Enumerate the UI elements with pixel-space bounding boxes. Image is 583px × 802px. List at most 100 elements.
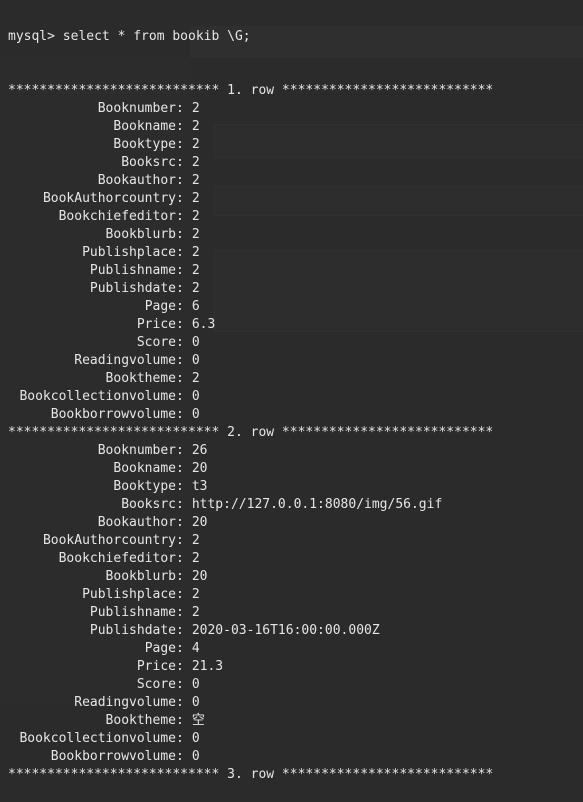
field-line: Score: 0 <box>8 676 583 694</box>
field-value: 2 <box>191 227 200 242</box>
field-name: Page <box>144 641 176 656</box>
field-value: 0 <box>191 353 200 368</box>
field-name: Booksrc <box>121 497 176 512</box>
field-line: Bookname: 20 <box>8 460 583 478</box>
field-line: Readingvolume: 0 <box>8 352 583 370</box>
field-line: Bookchiefeditor: 2 <box>8 208 583 226</box>
field-line: Booktype: 2 <box>8 136 583 154</box>
field-value: 2 <box>191 245 200 260</box>
prompt-line: mysql> select * from bookib \G; <box>8 29 251 44</box>
field-name: Score <box>136 677 176 692</box>
field-line: BookAuthorcountry: 2 <box>8 190 583 208</box>
field-value: 2 <box>191 533 200 548</box>
field-value: 2 <box>191 587 200 602</box>
field-line: Bookname: 2 <box>8 118 583 136</box>
field-colon: : <box>176 119 184 134</box>
field-line: Publishdate: 2 <box>8 280 583 298</box>
field-value: 20 <box>191 461 208 476</box>
field-name: Booktype <box>113 479 176 494</box>
field-line: Bookcollectionvolume: 0 <box>8 730 583 748</box>
field-colon: : <box>176 281 184 296</box>
field-colon: : <box>176 605 184 620</box>
field-line: Booktype: t3 <box>8 478 583 496</box>
field-name: Readingvolume <box>74 353 176 368</box>
field-value: 空 <box>191 713 205 728</box>
field-colon: : <box>176 101 184 116</box>
field-value: 0 <box>191 677 200 692</box>
field-colon: : <box>176 209 184 224</box>
field-value: 2 <box>191 173 200 188</box>
field-line: Bookborrowvolume: 0 <box>8 406 583 424</box>
field-name: Readingvolume <box>74 695 176 710</box>
field-value: 2 <box>191 119 200 134</box>
field-colon: : <box>176 317 184 332</box>
field-line: Publishplace: 2 <box>8 586 583 604</box>
field-line: Booksrc: http://127.0.0.1:8080/img/56.gi… <box>8 496 583 514</box>
field-name: Booktype <box>113 137 176 152</box>
field-name: Page <box>144 299 176 314</box>
field-value: 20 <box>191 569 208 584</box>
field-colon: : <box>176 623 184 638</box>
field-value: 2 <box>191 371 200 386</box>
field-name: Booknumber <box>97 443 176 458</box>
field-colon: : <box>176 641 184 656</box>
field-colon: : <box>176 389 184 404</box>
field-colon: : <box>176 713 184 728</box>
field-value: 0 <box>191 695 200 710</box>
field-line: Bookblurb: 2 <box>8 226 583 244</box>
field-name: Bookauthor <box>97 515 176 530</box>
field-colon: : <box>176 731 184 746</box>
field-line: Price: 21.3 <box>8 658 583 676</box>
field-line: Publishdate: 2020-03-16T16:00:00.000Z <box>8 622 583 640</box>
field-name: Publishplace <box>82 587 176 602</box>
field-value: 6.3 <box>191 317 216 332</box>
field-name: Booknumber <box>97 101 176 116</box>
field-line: Booknumber: 2 <box>8 100 583 118</box>
field-line: BookAuthorcountry: 2 <box>8 532 583 550</box>
field-name: Bookcollectionvolume <box>19 389 176 404</box>
field-line: Bookblurb: 20 <box>8 568 583 586</box>
field-value: t3 <box>191 479 208 494</box>
field-value: 2 <box>191 137 200 152</box>
field-colon: : <box>176 335 184 350</box>
field-colon: : <box>176 461 184 476</box>
field-name: Score <box>136 335 176 350</box>
field-colon: : <box>176 155 184 170</box>
field-line: Readingvolume: 0 <box>8 694 583 712</box>
field-name: Bookname <box>113 119 176 134</box>
field-line: Bookchiefeditor: 2 <box>8 550 583 568</box>
field-value: 2 <box>191 551 200 566</box>
row-separator: *************************** 3. row *****… <box>8 767 494 782</box>
field-value: 21.3 <box>191 659 224 674</box>
field-name: Bookborrowvolume <box>50 407 176 422</box>
field-name: BookAuthorcountry <box>42 533 176 548</box>
field-value: 2 <box>191 209 200 224</box>
field-value: 0 <box>191 335 200 350</box>
mysql-terminal-output[interactable]: mysql> select * from bookib \G; ********… <box>8 0 583 802</box>
field-name: Bookblurb <box>105 227 176 242</box>
field-colon: : <box>176 371 184 386</box>
field-colon: : <box>176 551 184 566</box>
field-line: Page: 4 <box>8 640 583 658</box>
field-line: Booksrc: 2 <box>8 154 583 172</box>
field-name: Price <box>136 317 176 332</box>
field-line: Booktheme: 2 <box>8 370 583 388</box>
field-value: http://127.0.0.1:8080/img/56.gif <box>191 497 443 512</box>
field-name: Bookblurb <box>105 569 176 584</box>
field-line: Booktheme: 空 <box>8 712 583 730</box>
field-colon: : <box>176 497 184 512</box>
field-colon: : <box>176 515 184 530</box>
field-value: 2020-03-16T16:00:00.000Z <box>191 623 380 638</box>
field-colon: : <box>176 227 184 242</box>
field-name: Booksrc <box>121 155 176 170</box>
field-name: BookAuthorcountry <box>42 191 176 206</box>
field-name: Publishdate <box>89 281 176 296</box>
field-colon: : <box>176 407 184 422</box>
field-line: Bookauthor: 20 <box>8 514 583 532</box>
field-name: Booktheme <box>105 371 176 386</box>
field-colon: : <box>176 353 184 368</box>
field-line: Bookauthor: 2 <box>8 172 583 190</box>
field-colon: : <box>176 245 184 260</box>
field-value: 6 <box>191 299 200 314</box>
field-colon: : <box>176 749 184 764</box>
